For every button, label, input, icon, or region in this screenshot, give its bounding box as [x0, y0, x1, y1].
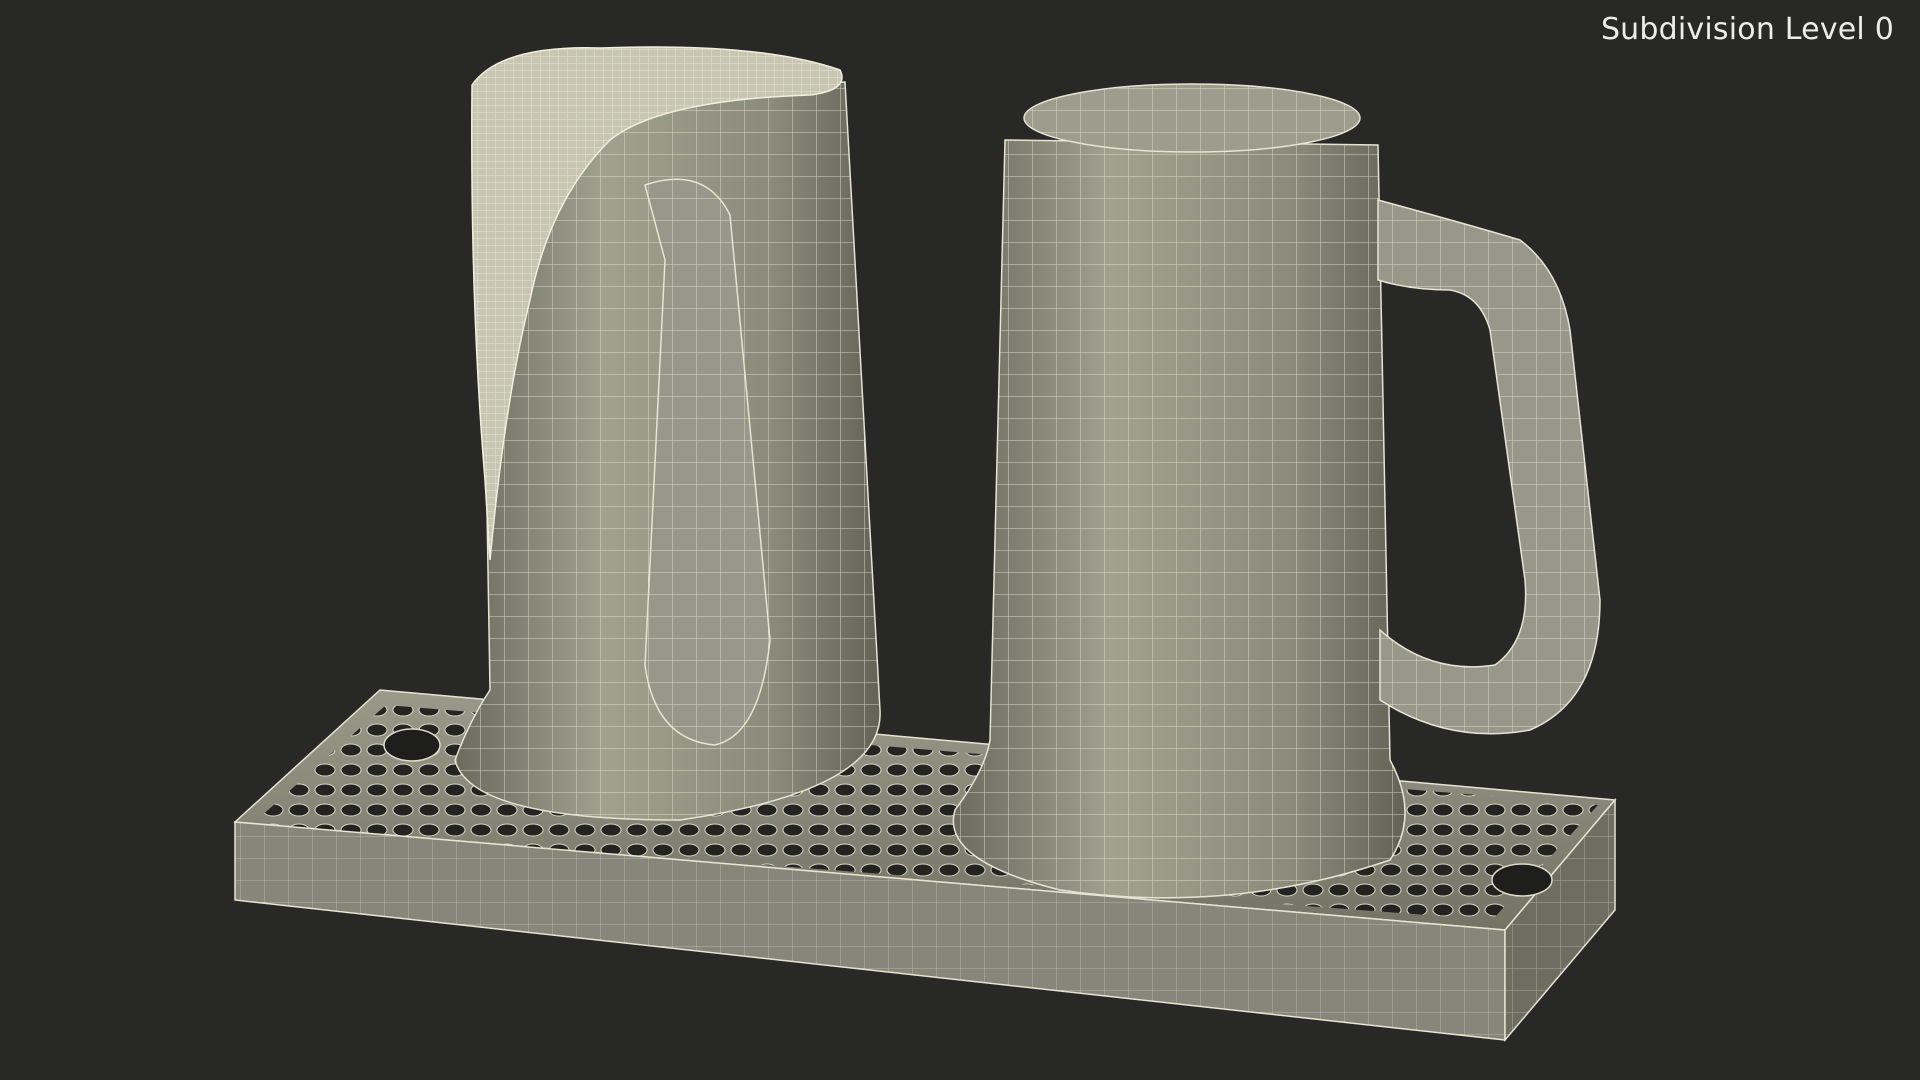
- beer-mug-with-foam: [454, 46, 881, 821]
- beer-mug: [952, 83, 1601, 899]
- render-viewport: Subdivision Level 0: [0, 0, 1920, 1080]
- drip-tray: [233, 689, 1617, 1043]
- wireframe-render: [233, 46, 1617, 1043]
